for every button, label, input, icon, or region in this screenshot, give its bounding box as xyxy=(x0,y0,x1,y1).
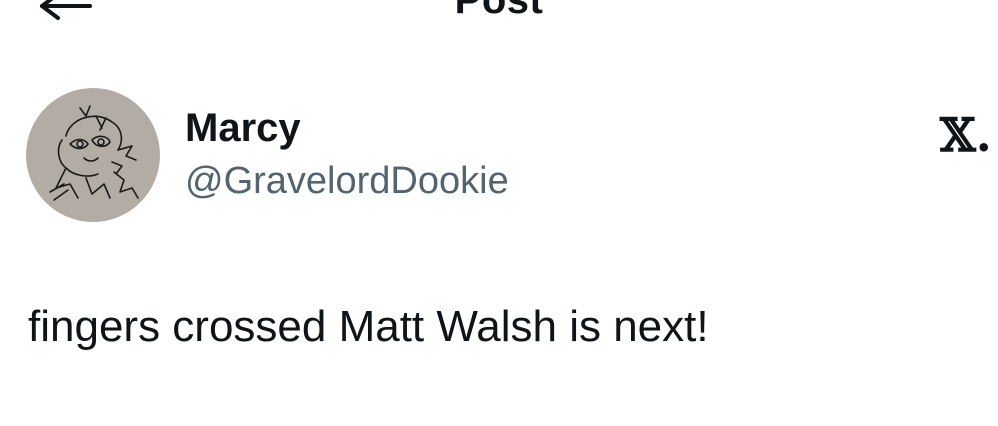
page-title: Post xyxy=(454,0,544,22)
x-logo-icon: 𝕏. xyxy=(940,108,992,162)
post-text: fingers crossed Matt Walsh is next! xyxy=(28,302,709,351)
author-display-name[interactable]: Marcy xyxy=(185,104,301,152)
author-handle[interactable]: @GravelordDookie xyxy=(185,158,509,204)
avatar-sketch-image xyxy=(49,105,139,201)
avatar[interactable] xyxy=(26,88,160,222)
